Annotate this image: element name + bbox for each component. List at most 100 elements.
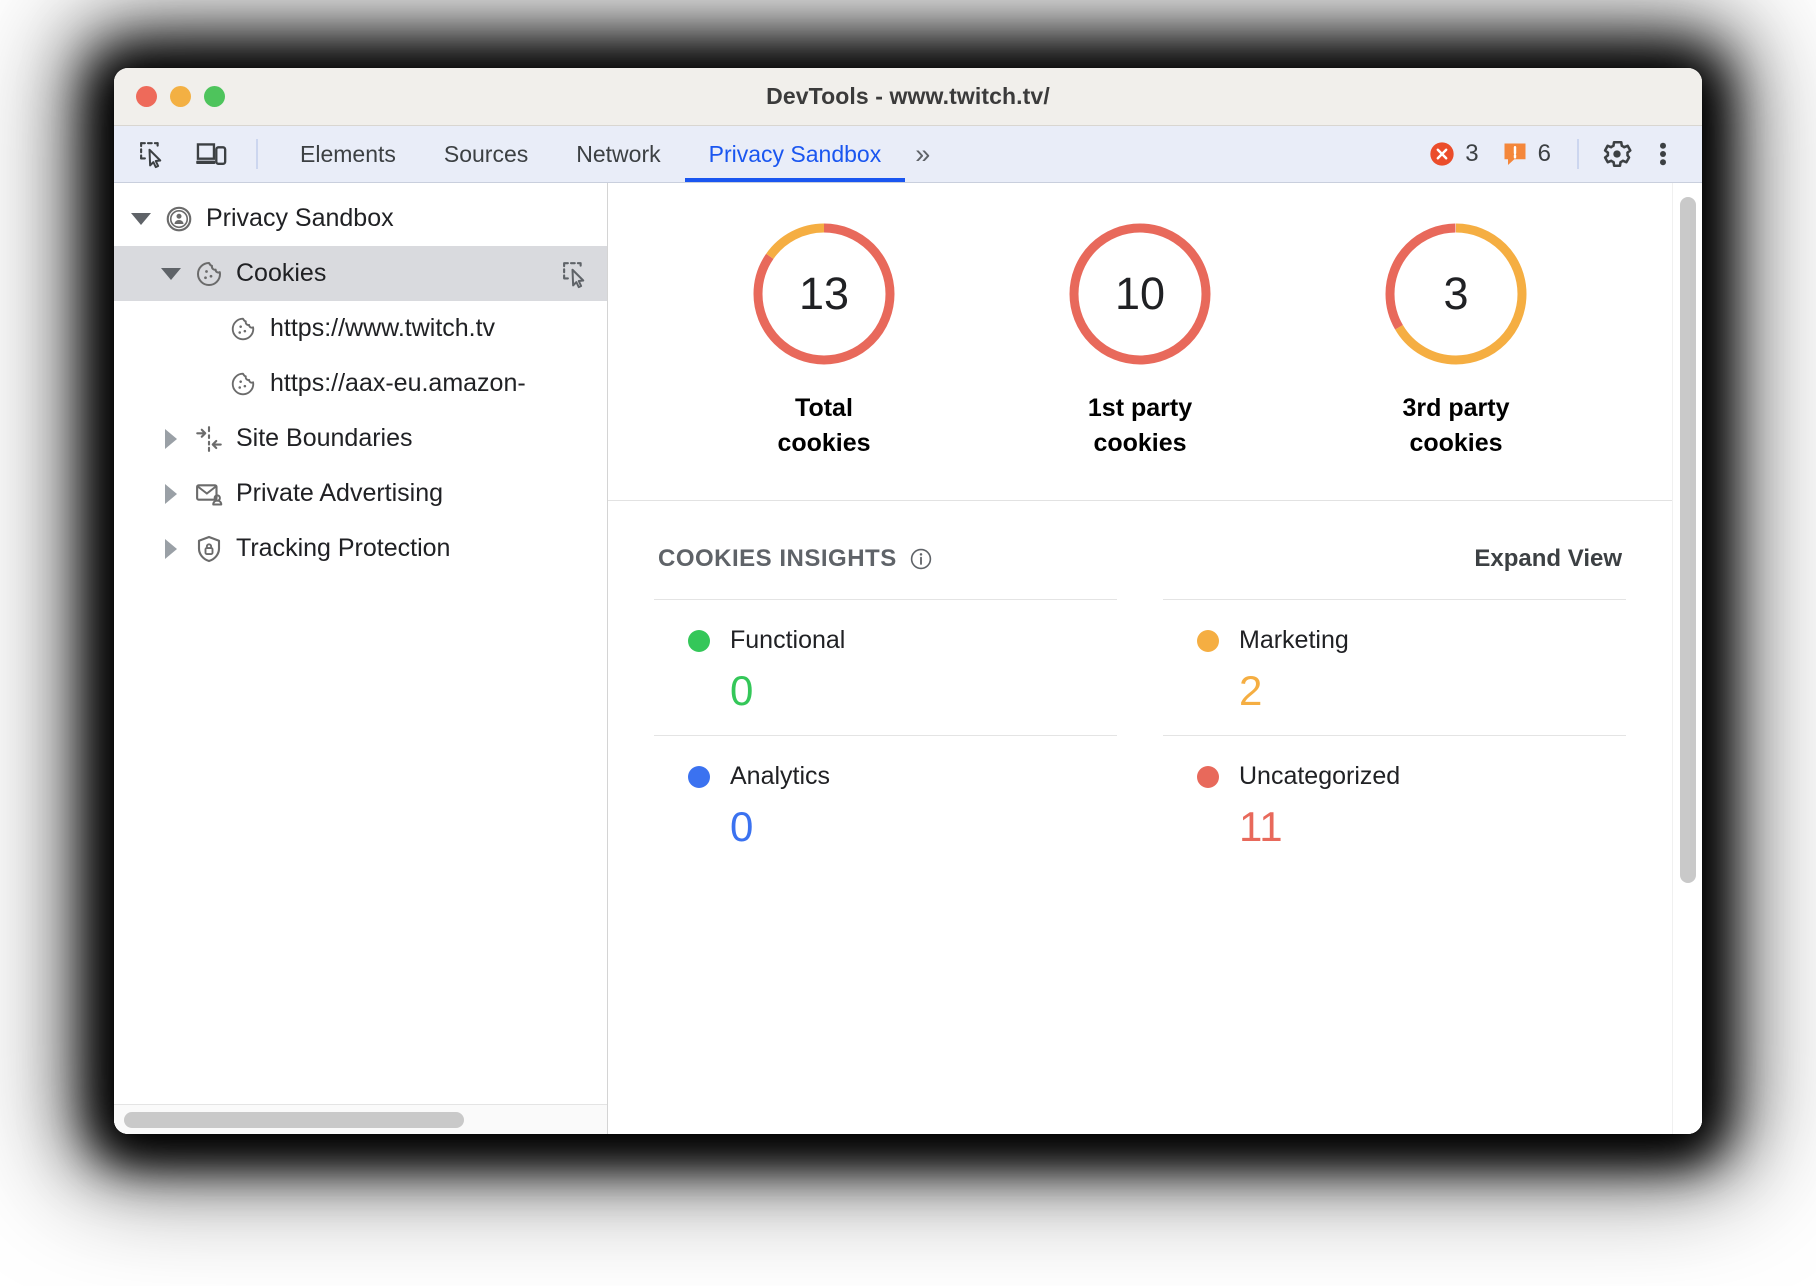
- inspect-element-icon[interactable]: [559, 257, 593, 291]
- device-toolbar-icon: [195, 139, 227, 169]
- sidebar-scrollbar-thumb[interactable]: [124, 1112, 464, 1128]
- window-titlebar: DevTools - www.twitch.tv/: [114, 68, 1702, 126]
- tab-elements[interactable]: Elements: [276, 126, 420, 182]
- private-advertising-icon: [192, 477, 226, 511]
- functional-color-bullet-icon: [688, 630, 710, 652]
- sidebar-item-privacy-sandbox[interactable]: Privacy Sandbox: [114, 191, 607, 246]
- cookie-icon: [192, 257, 226, 291]
- error-count-badge[interactable]: 3: [1419, 140, 1487, 168]
- donut-value: 13: [749, 219, 899, 369]
- main-vertical-scrollbar[interactable]: [1672, 183, 1702, 1134]
- inspect-element-button[interactable]: [132, 133, 174, 175]
- privacy-sandbox-icon: [162, 202, 196, 236]
- warning-count-badge[interactable]: 6: [1492, 140, 1560, 168]
- insight-marketing[interactable]: Marketing 2: [1163, 599, 1626, 735]
- donut-label-line1: Total: [777, 391, 870, 426]
- insight-label: Uncategorized: [1239, 762, 1400, 791]
- cookies-insights-grid: Functional 0 Marketing 2: [654, 599, 1626, 871]
- error-icon: [1428, 140, 1456, 168]
- uncategorized-color-bullet-icon: [1197, 766, 1219, 788]
- warning-icon: [1501, 140, 1529, 168]
- donut-label-line2: cookies: [1403, 426, 1510, 461]
- device-toolbar-button[interactable]: [190, 133, 232, 175]
- cookie-summary-donuts: 13 Total cookies: [608, 183, 1672, 501]
- chevron-down-icon[interactable]: [158, 268, 184, 280]
- chevron-right-icon[interactable]: [158, 484, 184, 504]
- donut-label-line1: 1st party: [1088, 391, 1192, 426]
- settings-button[interactable]: [1596, 133, 1638, 175]
- devtools-toolbar: Elements Sources Network Privacy Sandbox…: [114, 126, 1702, 183]
- sidebar-item-private-advertising[interactable]: Private Advertising: [114, 466, 607, 521]
- insight-uncategorized[interactable]: Uncategorized 11: [1163, 735, 1626, 871]
- donut-label-line1: 3rd party: [1403, 391, 1510, 426]
- donut-chart-total: 13: [749, 219, 899, 369]
- donut-chart-third-party: 3: [1381, 219, 1531, 369]
- insight-row: Marketing: [1197, 626, 1626, 655]
- insight-label: Analytics: [730, 762, 830, 791]
- sidebar-item-label: Cookies: [236, 259, 326, 288]
- donut-label: 3rd party cookies: [1403, 391, 1510, 460]
- donut-label-line2: cookies: [1088, 426, 1192, 461]
- tab-privacy-sandbox[interactable]: Privacy Sandbox: [685, 126, 906, 182]
- insight-row: Uncategorized: [1197, 762, 1626, 791]
- toolbar-divider: [256, 139, 258, 169]
- chevron-down-icon[interactable]: [128, 213, 154, 225]
- donut-label: Total cookies: [777, 391, 870, 460]
- donut-chart-first-party: 10: [1065, 219, 1215, 369]
- insight-count: 0: [730, 803, 1117, 851]
- sidebar-item-tracking-protection[interactable]: Tracking Protection: [114, 521, 607, 576]
- sidebar: Privacy Sandbox Cookies: [114, 183, 608, 1134]
- cookies-insights-title: COOKIES INSIGHTS: [658, 545, 897, 573]
- main-scrollbar-thumb[interactable]: [1680, 197, 1696, 883]
- chevron-right-icon[interactable]: [158, 429, 184, 449]
- cookie-icon: [226, 312, 260, 346]
- screenshot-root: DevTools - www.twitch.tv/: [0, 0, 1816, 1286]
- privacy-sandbox-tree: Privacy Sandbox Cookies: [114, 183, 607, 1104]
- main-panel: 13 Total cookies: [608, 183, 1702, 1134]
- chevron-right-icon[interactable]: [158, 539, 184, 559]
- insight-label: Marketing: [1239, 626, 1349, 655]
- tab-network[interactable]: Network: [552, 126, 684, 182]
- window-title: DevTools - www.twitch.tv/: [114, 83, 1702, 110]
- sidebar-horizontal-scrollbar[interactable]: [114, 1104, 607, 1134]
- donut-label-line2: cookies: [777, 426, 870, 461]
- sidebar-item-cookies[interactable]: Cookies: [114, 246, 607, 301]
- sidebar-item-site-boundaries[interactable]: Site Boundaries: [114, 411, 607, 466]
- site-boundaries-icon: [192, 422, 226, 456]
- insight-analytics[interactable]: Analytics 0: [654, 735, 1117, 871]
- insight-row: Analytics: [688, 762, 1117, 791]
- sidebar-item-label: Site Boundaries: [236, 424, 413, 453]
- expand-view-button[interactable]: Expand View: [1474, 545, 1622, 573]
- info-icon[interactable]: [909, 547, 933, 571]
- gear-icon: [1600, 137, 1634, 171]
- sidebar-item-amazon-origin[interactable]: https://aax-eu.amazon-: [114, 356, 607, 411]
- analytics-color-bullet-icon: [688, 766, 710, 788]
- toolbar-divider-right: [1577, 139, 1579, 169]
- inspect-element-icon: [138, 139, 168, 169]
- donut-first-party-cookies: 10 1st party cookies: [1015, 219, 1265, 460]
- donut-value: 10: [1065, 219, 1215, 369]
- error-count: 3: [1465, 140, 1478, 168]
- donut-value: 3: [1381, 219, 1531, 369]
- devtools-window: DevTools - www.twitch.tv/: [114, 68, 1702, 1134]
- tab-sources[interactable]: Sources: [420, 126, 552, 182]
- toolbar-right-group: 3 6: [1419, 126, 1702, 182]
- donut-label: 1st party cookies: [1088, 391, 1192, 460]
- tracking-protection-icon: [192, 532, 226, 566]
- donut-third-party-cookies: 3 3rd party cookies: [1331, 219, 1581, 460]
- more-tabs-icon[interactable]: »: [905, 126, 941, 182]
- sidebar-item-twitch-origin[interactable]: https://www.twitch.tv: [114, 301, 607, 356]
- main-panel-content: 13 Total cookies: [608, 183, 1672, 1134]
- insight-functional[interactable]: Functional 0: [654, 599, 1117, 735]
- cookies-insights-section: COOKIES INSIGHTS Expand View: [608, 501, 1672, 1134]
- toolbar-left-group: [114, 126, 262, 182]
- insight-count: 0: [730, 667, 1117, 715]
- sidebar-item-label: https://www.twitch.tv: [270, 314, 495, 343]
- insight-count: 11: [1239, 803, 1626, 851]
- more-options-button[interactable]: [1642, 133, 1684, 175]
- sidebar-item-label: https://aax-eu.amazon-: [270, 369, 526, 398]
- insight-count: 2: [1239, 667, 1626, 715]
- sidebar-item-label: Tracking Protection: [236, 534, 450, 563]
- warning-count: 6: [1538, 140, 1551, 168]
- cookie-icon: [226, 367, 260, 401]
